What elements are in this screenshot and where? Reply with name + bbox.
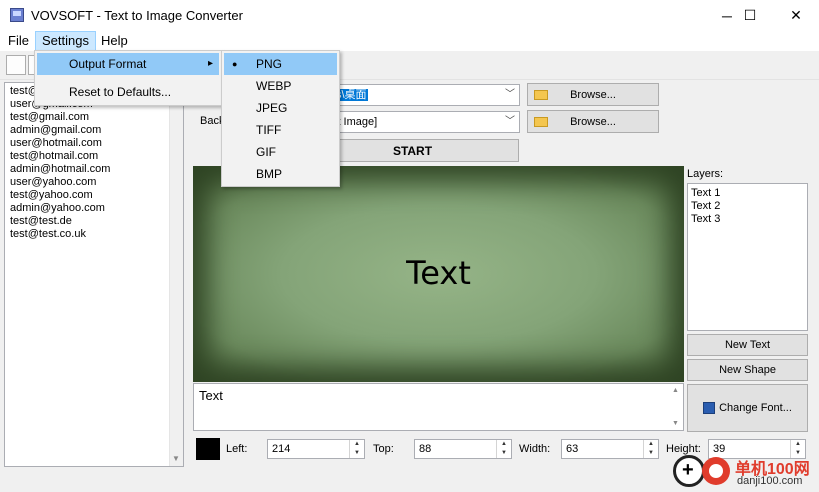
- scroll-up-icon[interactable]: ▲: [672, 387, 679, 394]
- list-item[interactable]: test@test.co.uk: [10, 228, 86, 241]
- menu-settings[interactable]: Settings: [35, 31, 96, 51]
- output-format-label: Output Format: [69, 57, 147, 71]
- change-font-button[interactable]: Change Font...: [687, 384, 808, 432]
- left-input[interactable]: 214 ▲ ▼: [267, 439, 365, 459]
- image-preview[interactable]: Text: [193, 166, 684, 382]
- format-option-label: TIFF: [256, 123, 282, 137]
- list-scrollbar[interactable]: ▲ ▼: [169, 83, 183, 466]
- radio-selected-icon: ●: [232, 59, 238, 69]
- change-font-label: Change Font...: [719, 402, 792, 414]
- window-title: VOVSOFT - Text to Image Converter: [31, 8, 243, 23]
- scroll-down-icon[interactable]: ▼: [172, 454, 180, 463]
- layers-label: Layers:: [687, 168, 724, 180]
- height-label: Height:: [666, 443, 701, 455]
- title-bar: VOVSOFT - Text to Image Converter ─ ☐ ✕: [0, 0, 819, 31]
- list-item[interactable]: admin@yahoo.com: [10, 202, 105, 215]
- top-input[interactable]: 88 ▲ ▼: [414, 439, 512, 459]
- folder-icon: [534, 90, 548, 100]
- spinner-arrows-icon[interactable]: ▲ ▼: [349, 440, 364, 458]
- format-option-tiff[interactable]: TIFF: [224, 119, 337, 141]
- new-shape-button[interactable]: New Shape: [687, 359, 808, 381]
- maximize-button[interactable]: ☐: [727, 0, 773, 31]
- new-text-button[interactable]: New Text: [687, 334, 808, 356]
- spinner-arrows-icon[interactable]: ▲ ▼: [496, 440, 511, 458]
- left-value: 214: [272, 443, 291, 455]
- reset-defaults-label: Reset to Defaults...: [69, 85, 172, 99]
- watermark-plus-icon: +: [673, 455, 705, 487]
- width-label: Width:: [519, 443, 551, 455]
- list-item[interactable]: test@yahoo.com: [10, 189, 93, 202]
- text-color-swatch[interactable]: [196, 438, 220, 460]
- background-browse-label: Browse...: [570, 115, 616, 128]
- format-option-label: WEBP: [256, 79, 292, 93]
- top-label: Top:: [373, 443, 394, 455]
- layer-item[interactable]: Text 2: [691, 200, 720, 213]
- folder-icon: [534, 117, 548, 127]
- text-scrollbar[interactable]: ▲ ▼: [669, 384, 683, 430]
- format-option-webp[interactable]: WEBP: [224, 75, 337, 97]
- output-folder-combo[interactable]: s\桌面 ﹀: [330, 84, 520, 106]
- preview-text-layer[interactable]: Text: [193, 254, 684, 292]
- format-option-jpeg[interactable]: JPEG: [224, 97, 337, 119]
- background-value: lt Image]: [335, 116, 378, 128]
- format-option-bmp[interactable]: BMP: [224, 163, 337, 185]
- list-item[interactable]: test@gmail.com: [10, 111, 89, 124]
- format-option-label: BMP: [256, 167, 283, 181]
- list-item[interactable]: admin@hotmail.com: [10, 163, 110, 176]
- list-item[interactable]: user@hotmail.com: [10, 137, 102, 150]
- format-option-label: PNG: [256, 57, 283, 71]
- left-label: Left:: [226, 443, 248, 455]
- width-input[interactable]: 63 ▲ ▼: [561, 439, 659, 459]
- menu-file[interactable]: File: [2, 31, 35, 51]
- layer-item[interactable]: Text 3: [691, 213, 720, 226]
- layer-item[interactable]: Text 1: [691, 187, 720, 200]
- format-option-label: GIF: [256, 145, 276, 159]
- list-item[interactable]: test@test.de: [10, 215, 72, 228]
- format-option-label: JPEG: [256, 101, 288, 115]
- scroll-down-icon[interactable]: ▼: [672, 420, 679, 427]
- list-item[interactable]: user@yahoo.com: [10, 176, 96, 189]
- spinner-arrows-icon[interactable]: ▲ ▼: [643, 440, 658, 458]
- email-list[interactable]: test@gmail.com user@gmail.com test@gmail…: [4, 82, 184, 467]
- layer-text-value: Text: [199, 388, 223, 403]
- chevron-down-icon[interactable]: ﹀: [505, 85, 515, 105]
- watermark-record-icon: [702, 457, 730, 485]
- format-option-gif[interactable]: GIF: [224, 141, 337, 163]
- new-document-icon[interactable]: [6, 55, 26, 75]
- reset-defaults-menu-item[interactable]: Reset to Defaults...: [37, 81, 219, 103]
- chevron-down-icon[interactable]: ﹀: [505, 112, 515, 132]
- width-value: 63: [566, 443, 579, 455]
- layers-list[interactable]: Text 1 Text 2 Text 3: [687, 183, 808, 331]
- list-item[interactable]: test@hotmail.com: [10, 150, 98, 163]
- menu-bar: File Settings Help: [0, 31, 819, 51]
- height-value: 39: [713, 443, 726, 455]
- submenu-arrow-icon: ▸: [207, 58, 213, 69]
- background-browse-button[interactable]: Browse...: [527, 110, 659, 133]
- background-combo[interactable]: lt Image] ﹀: [330, 111, 520, 133]
- output-format-submenu: ● PNG WEBP JPEG TIFF GIF BMP: [221, 50, 340, 187]
- format-option-png[interactable]: ● PNG: [224, 53, 337, 75]
- close-button[interactable]: ✕: [773, 0, 819, 31]
- app-icon: [10, 8, 24, 22]
- watermark-url: danji100.com: [737, 475, 803, 487]
- settings-menu: Output Format ▸ Reset to Defaults...: [34, 50, 222, 106]
- layer-text-input[interactable]: Text ▲ ▼: [193, 383, 684, 431]
- list-item[interactable]: admin@gmail.com: [10, 124, 101, 137]
- top-value: 88: [419, 443, 432, 455]
- output-browse-button[interactable]: Browse...: [527, 83, 659, 106]
- output-browse-label: Browse...: [570, 88, 616, 101]
- font-icon: [703, 402, 716, 414]
- menu-help[interactable]: Help: [95, 31, 134, 51]
- output-format-menu-item[interactable]: Output Format ▸: [37, 53, 219, 75]
